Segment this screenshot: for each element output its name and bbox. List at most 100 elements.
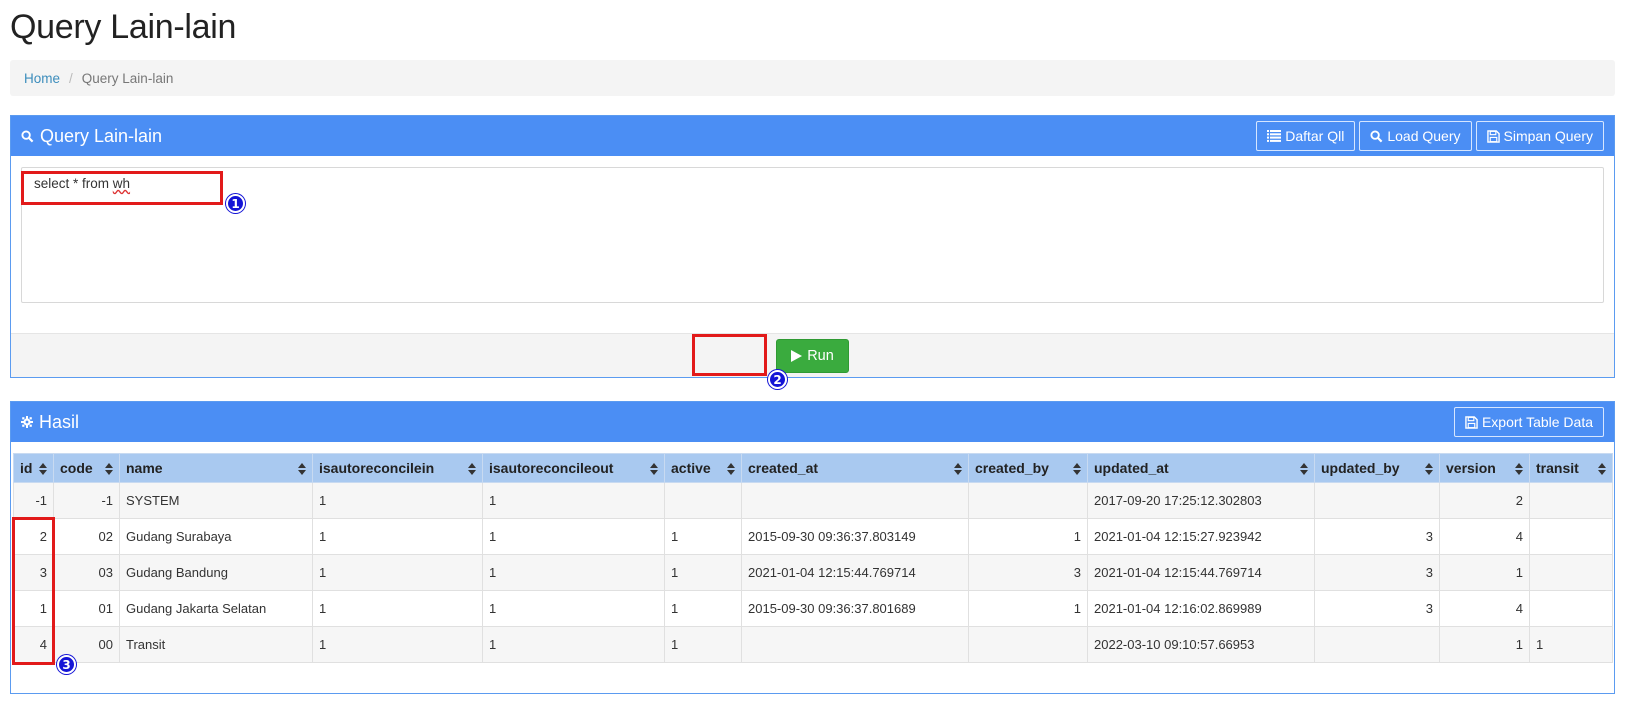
sort-icon[interactable] [650,462,658,478]
column-header-created-by[interactable]: created_by [968,453,1088,483]
cell-isautoreconcileout: 1 [482,626,665,663]
query-text-table: wh [112,176,131,191]
cell-transit [1529,554,1613,591]
query-panel-title-text: Query Lain-lain [40,125,163,146]
export-table-button[interactable]: Export Table Data [1453,407,1604,437]
simpan-query-button[interactable]: Simpan Query [1475,121,1604,151]
cell-isautoreconcilein: 1 [312,518,483,555]
cell-created-at: 2021-01-04 12:15:44.769714 [741,554,969,591]
query-panel-header: Query Lain-lain Daftar Qll Load Query Si… [11,116,1614,156]
play-icon [791,349,803,362]
column-header-label: id [20,460,33,476]
column-header-label: updated_by [1321,460,1400,476]
sort-icon[interactable] [727,462,735,478]
column-header-label: active [671,460,711,476]
result-table: id code name isautoreconcilein isautoreconci… [13,453,1613,663]
annotation-badge-2: 2 [768,370,787,389]
sort-icon[interactable] [1300,462,1308,478]
cell-updated-at: 2021-01-04 12:15:44.769714 [1087,554,1315,591]
cell-name: Gudang Bandung [119,554,313,591]
column-header-isautoreconcileout[interactable]: isautoreconcileout [482,453,665,483]
cell-isautoreconcileout: 1 [482,518,665,555]
column-header-version[interactable]: version [1439,453,1530,483]
table-row[interactable]: 3 03 Gudang Bandung 1 1 1 2021-01-04 12:15:44.… [13,554,1613,591]
run-label: Run [807,347,834,364]
cell-active: 1 [664,590,742,627]
cell-name: Gudang Jakarta Selatan [119,590,313,627]
column-header-name[interactable]: name [119,453,313,483]
table-row[interactable]: 1 01 Gudang Jakarta Selatan 1 1 1 2015-09-30 0… [13,590,1613,627]
column-header-created-at[interactable]: created_at [741,453,969,483]
cell-id: 1 [13,590,54,627]
column-header-active[interactable]: active [664,453,742,483]
column-header-label: isautoreconcilein [319,460,435,476]
cell-active [664,482,742,519]
cell-created-by [968,482,1088,519]
sort-icon[interactable] [1515,462,1523,478]
table-row[interactable]: 2 02 Gudang Surabaya 1 1 1 2015-09-30 09:36:37… [13,518,1613,555]
cell-code: -1 [53,482,120,519]
column-header-transit[interactable]: transit [1529,453,1613,483]
save-icon [1486,129,1500,143]
cell-updated-at: 2017-09-20 17:25:12.302803 [1087,482,1315,519]
column-header-id[interactable]: id [13,453,54,483]
sort-icon[interactable] [1425,462,1433,478]
cell-updated-by [1314,482,1440,519]
table-row[interactable]: -1 -1 SYSTEM 1 1 2017-09-20 17:25:12.302803 2 [13,482,1613,519]
cell-version: 4 [1439,590,1530,627]
cell-isautoreconcileout: 1 [482,482,665,519]
column-header-updated-by[interactable]: updated_by [1314,453,1440,483]
cell-name: Transit [119,626,313,663]
save-icon [1465,415,1478,429]
cell-transit [1529,482,1613,519]
result-panel: Hasil Export Table Data id code name isauto… [10,401,1615,694]
sort-icon[interactable] [298,462,306,478]
sort-icon[interactable] [39,462,47,478]
run-button[interactable]: Run [776,338,849,373]
cell-code: 02 [53,518,120,555]
load-query-button[interactable]: Load Query [1359,121,1472,151]
cell-id: -1 [13,482,54,519]
query-textarea[interactable]: select * from wh [21,167,1604,303]
query-panel-title: Query Lain-lain [21,126,162,147]
cell-isautoreconcilein: 1 [312,626,483,663]
cell-version: 1 [1439,554,1530,591]
daftar-qll-button[interactable]: Daftar Qll [1256,121,1356,151]
sort-icon[interactable] [1598,462,1606,478]
cell-updated-by: 3 [1314,554,1440,591]
column-header-label: code [60,460,93,476]
daftar-qll-label: Daftar Qll [1285,128,1345,144]
column-header-isautoreconcilein[interactable]: isautoreconcilein [312,453,483,483]
cell-id: 2 [13,518,54,555]
search-icon [21,129,34,142]
cell-created-by: 1 [968,590,1088,627]
sort-icon[interactable] [468,462,476,478]
sort-icon[interactable] [954,462,962,478]
breadcrumb-home-link[interactable]: Home [24,71,60,86]
annotation-badge-1: 1 [226,194,245,213]
cell-updated-by [1314,626,1440,663]
cell-isautoreconcileout: 1 [482,590,665,627]
column-header-code[interactable]: code [53,453,120,483]
breadcrumb: Home / Query Lain-lain [10,60,1615,96]
export-table-label: Export Table Data [1481,414,1593,430]
query-text-prefix: select * from [34,176,113,191]
table-header-row: id code name isautoreconcilein isautoreconci… [13,453,1613,483]
column-header-label: created_by [975,460,1049,476]
cell-version: 1 [1439,626,1530,663]
column-header-label: isautoreconcileout [489,460,614,476]
cell-isautoreconcilein: 1 [312,590,483,627]
cell-created-at [741,626,969,663]
cell-created-at: 2015-09-30 09:36:37.801689 [741,590,969,627]
sort-icon[interactable] [1073,462,1081,478]
cell-code: 01 [53,590,120,627]
table-row[interactable]: 4 00 Transit 1 1 1 2022-03-10 09:10:57.66953 1 1 [13,626,1613,663]
annotation-badge-3: 3 [57,655,76,674]
sort-icon[interactable] [105,462,113,478]
cell-created-by: 3 [968,554,1088,591]
cell-id: 3 [13,554,54,591]
result-panel-header: Hasil Export Table Data [11,402,1614,442]
column-header-label: updated_at [1094,460,1169,476]
cell-isautoreconcilein: 1 [312,554,483,591]
column-header-updated-at[interactable]: updated_at [1087,453,1315,483]
